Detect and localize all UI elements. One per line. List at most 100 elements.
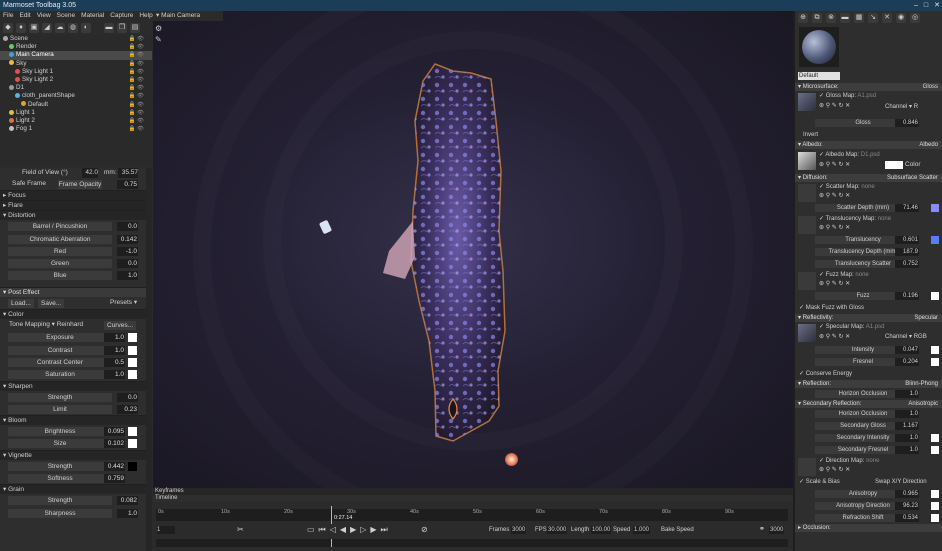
secondary-intensity-value[interactable]: 1.0 [895, 434, 919, 442]
light-bulb-icon[interactable] [505, 453, 518, 466]
load-button[interactable]: Load... [8, 298, 34, 308]
scene-tree-item[interactable]: Sky Light 1 🔒 👁 [0, 68, 152, 76]
menu-view[interactable]: View [37, 11, 51, 21]
distortion-section[interactable]: ▾ Distortion [0, 210, 146, 221]
bloom-section[interactable]: ▾ Bloom [0, 415, 146, 426]
property-label[interactable]: Limit [8, 404, 112, 414]
fuzz-color-swatch[interactable] [931, 292, 939, 300]
scene-tree-item[interactable]: Main Camera 🔒 👁 [0, 51, 152, 60]
property-label[interactable]: Brightness [8, 427, 112, 437]
property-label[interactable]: Size [8, 439, 112, 449]
property-label[interactable]: Strength [8, 392, 112, 402]
reflectivity-section[interactable]: ▾ Reflectivity: Specular [795, 314, 942, 322]
post-effect-section[interactable]: ▾ Post Effect [0, 286, 146, 297]
property-value[interactable]: 0.759 [104, 474, 125, 484]
diffusion-section[interactable]: ▾ Diffusion: Subsurface Scatter [795, 174, 942, 182]
visibility-lock-icon[interactable]: 🔒 👁 [129, 51, 144, 59]
menu-scene[interactable]: Scene [57, 11, 75, 21]
property-value[interactable]: 0.0 [117, 392, 138, 402]
albedo-value[interactable]: Albedo [919, 141, 938, 149]
translucency-depth-value[interactable]: 187.9 [895, 248, 919, 256]
property-label[interactable]: Saturation [8, 370, 112, 380]
material-sphere-icon[interactable]: ◉ [896, 13, 906, 23]
channel-dropdown[interactable]: Channel ▾ R [885, 103, 918, 110]
property-value[interactable]: 0.0 [117, 259, 138, 269]
visibility-lock-icon[interactable]: 🔒 👁 [129, 84, 144, 92]
maximize-icon[interactable]: □ [924, 0, 928, 11]
property-label[interactable]: Exposure [8, 333, 112, 343]
property-label[interactable]: Sharpness [8, 508, 112, 518]
property-label[interactable]: Strength [8, 496, 112, 506]
frames-field[interactable]: 3000 [511, 526, 527, 534]
color-swatch[interactable] [128, 461, 137, 471]
property-value[interactable]: 0.142 [117, 234, 138, 244]
shadow-icon[interactable]: ◢ [42, 23, 52, 33]
scene-tree-item[interactable]: cloth_parentShape 🔒 👁 [0, 92, 152, 100]
scene-tree-item[interactable]: Render 🔒 👁 [0, 43, 152, 51]
property-value[interactable]: 0.442 [104, 461, 125, 471]
albedo-section[interactable]: ▾ Albedo: Albedo [795, 141, 942, 149]
safe-frame-checkbox[interactable]: Safe Frame [12, 178, 46, 190]
translucency-map-thumb[interactable] [798, 216, 816, 234]
anisotropy-direction-swatch[interactable] [931, 502, 939, 510]
material-globe-icon[interactable]: ◎ [910, 13, 920, 23]
property-value[interactable]: 1.0 [117, 508, 138, 518]
reflection-value[interactable]: Blinn-Phong [905, 380, 938, 388]
scene-tree-item[interactable]: Scene 🔒 👁 [0, 35, 152, 43]
anisotropy-value[interactable]: 0.965 [895, 490, 919, 498]
refraction-shift-value[interactable]: 0.534 [895, 514, 919, 522]
playhead[interactable] [331, 506, 332, 524]
visibility-lock-icon[interactable]: 🔒 👁 [129, 117, 144, 125]
visibility-lock-icon[interactable]: 🔒 👁 [129, 60, 144, 68]
specular-map-tools[interactable]: ⊛ ⚲ ✎ ↻ ✕ [819, 333, 850, 340]
sharpen-section[interactable]: ▾ Sharpen [0, 380, 146, 391]
scene-tree-item[interactable]: Light 2 🔒 👁 [0, 117, 152, 125]
add-object-icon[interactable]: ◆ [3, 23, 13, 33]
property-label[interactable]: Chromatic Aberration [8, 234, 112, 244]
direction-map-thumb[interactable] [798, 458, 816, 476]
menu-help[interactable]: Help [139, 11, 152, 21]
property-label[interactable]: Contrast Center [8, 357, 112, 367]
scene-tree-item[interactable]: Sky Light 2 🔒 👁 [0, 76, 152, 84]
scatter-color-swatch[interactable] [931, 204, 939, 212]
occlusion-section[interactable]: ▸ Occlusion: [795, 524, 942, 532]
light-icon[interactable]: ♦ [16, 23, 26, 33]
color-swatch[interactable] [128, 370, 137, 380]
color-swatch[interactable] [128, 439, 137, 449]
color-swatch[interactable] [128, 345, 137, 355]
property-label[interactable]: Red [8, 246, 112, 256]
color-swatch[interactable] [128, 333, 137, 343]
conserve-energy-checkbox[interactable]: ✓ Conserve Energy [799, 368, 852, 380]
visibility-lock-icon[interactable]: 🔒 👁 [129, 92, 144, 100]
timeline-scrollbar[interactable] [156, 539, 788, 547]
albedo-map-thumb[interactable] [798, 152, 816, 170]
new-material-icon[interactable]: ⊕ [798, 13, 808, 23]
property-value[interactable]: 1.0 [117, 271, 138, 281]
property-value[interactable]: 0.23 [117, 404, 138, 414]
playback-controls[interactable]: ▭⏮◁◀▶▷▶⏭ [307, 524, 392, 536]
flare-section[interactable]: ▸ Flare [0, 200, 146, 211]
delete-icon[interactable]: ▤ [130, 23, 140, 33]
fuzz-map-thumb[interactable] [798, 272, 816, 290]
secondary-fresnel-value[interactable]: 1.0 [895, 446, 919, 454]
property-value[interactable]: 0.5 [104, 357, 125, 367]
curves-button[interactable]: Curves... [104, 321, 137, 331]
fuzz-map-tools[interactable]: ⊛ ⚲ ✎ ↻ ✕ [819, 280, 850, 287]
mask-fuzz-checkbox[interactable]: ✓ Mask Fuzz with Gloss [799, 302, 864, 314]
property-label[interactable]: Contrast [8, 345, 112, 355]
speed-field[interactable]: 1.000 [633, 526, 651, 534]
scene-tree-item[interactable]: Default 🔒 👁 [0, 101, 152, 109]
scene-tree-item[interactable]: Light 1 🔒 👁 [0, 109, 152, 117]
vignette-section[interactable]: ▾ Vignette [0, 449, 146, 460]
anisotropy-direction-value[interactable]: 96.23 [895, 502, 919, 510]
key-icon[interactable]: ✂ [237, 524, 244, 536]
menu-capture[interactable]: Capture [110, 11, 133, 21]
albedo-map-tools[interactable]: ⊛ ⚲ ✎ ↻ ✕ [819, 161, 850, 168]
translucency-color-swatch[interactable] [931, 236, 939, 244]
intensity-value[interactable]: 0.047 [895, 346, 919, 354]
reflection-section[interactable]: ▾ Reflection: Blinn-Phong [795, 380, 942, 388]
property-label[interactable]: Blue [8, 271, 112, 281]
scatter-map-thumb[interactable] [798, 184, 816, 202]
microsurface-section[interactable]: ▾ Microsurface: Gloss [795, 83, 942, 91]
invert-checkbox[interactable]: Invert [803, 129, 818, 141]
